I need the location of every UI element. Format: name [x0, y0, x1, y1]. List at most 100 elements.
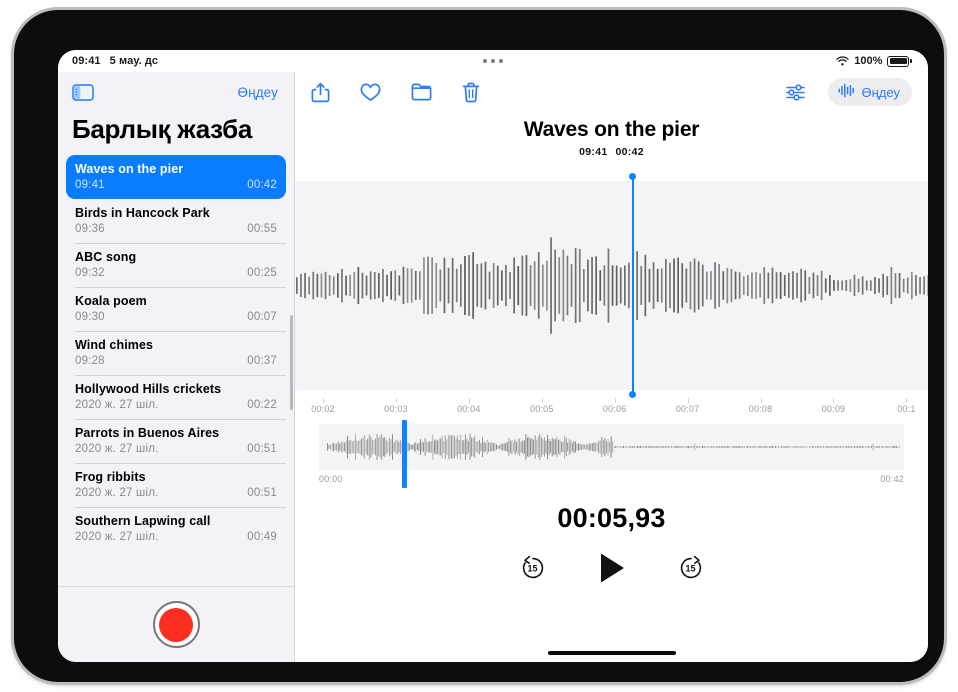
list-item[interactable]: Parrots in Buenos Aires 2020 ж. 27 шіл. 00… [66, 419, 286, 463]
transport-controls: 15 15 [295, 551, 928, 585]
record-bar [58, 586, 294, 662]
toolbar-right: Өңдеу [785, 78, 912, 106]
list-item-duration: 00:25 [247, 267, 277, 279]
edit-recording-button[interactable]: Өңдеу [827, 78, 912, 106]
status-bar-left: 09:41 5 мау. дс [72, 55, 158, 67]
ruler-label: 00:06 [602, 404, 627, 414]
list-item-date: 09:28 [75, 355, 105, 367]
list-item-meta: 2020 ж. 27 шіл. 00:49 [75, 531, 277, 543]
overview-playhead[interactable] [402, 420, 408, 488]
ruler-label: 00:02 [311, 404, 335, 414]
ruler-tick [395, 398, 397, 403]
list-item[interactable]: Wind chimes 09:28 00:37 [66, 331, 286, 375]
overview-end-label: 00:42 [880, 474, 904, 484]
home-indicator [547, 650, 676, 655]
list-item-title: Parrots in Buenos Aires [75, 426, 220, 440]
device-screen: 09:41 5 мау. дс 100% Өңдеу Барлық жазба … [58, 50, 928, 662]
list-item-date: 2020 ж. 27 шіл. [75, 531, 159, 543]
skip-forward-label: 15 [685, 563, 696, 574]
list-item-date: 09:32 [75, 267, 105, 279]
main-pane: Өңдеу Waves on the pier 09:41 00:42 00:0… [295, 72, 928, 662]
list-item[interactable]: Southern Lapwing call 2020 ж. 27 шіл. 00:4… [66, 507, 286, 551]
sidebar-toggle-icon[interactable] [72, 83, 94, 101]
time-ruler: 00:02 00:03 00:04 00:05 00:06 00:07 00:08 00:09… [295, 398, 928, 418]
record-button[interactable] [152, 601, 200, 648]
list-item-duration: 00:22 [247, 399, 277, 411]
list-item-title: Wind chimes [75, 338, 154, 352]
list-item[interactable]: Waves on the pier 09:41 00:42 [66, 155, 286, 199]
folder-icon[interactable] [411, 83, 432, 101]
list-item-title: Waves on the pier [75, 162, 184, 176]
trash-icon[interactable] [462, 82, 480, 103]
wifi-icon [836, 56, 849, 66]
waveform-bars [296, 237, 928, 334]
recording-header: Waves on the pier 09:41 00:42 [295, 112, 928, 158]
share-icon[interactable] [311, 82, 330, 103]
skip-back-15-icon[interactable]: 15 [519, 554, 547, 582]
list-item[interactable]: Birds in Hancock Park 09:36 00:55 [66, 199, 286, 243]
record-icon [159, 607, 193, 642]
device-frame: 09:41 5 мау. дс 100% Өңдеу Барлық жазба … [14, 10, 944, 682]
list-item-meta: 09:32 00:25 [75, 267, 277, 279]
recording-subtitle: 09:41 00:42 [295, 146, 928, 158]
sidebar: Өңдеу Барлық жазба Waves on the pier 09:4… [58, 72, 295, 662]
edit-recording-label: Өңдеу [861, 84, 900, 100]
ruler-tick [687, 398, 689, 403]
list-item[interactable]: Koala poem 09:30 00:07 [66, 287, 286, 331]
multitasking-dots-icon[interactable] [483, 59, 503, 63]
playback-timer: 00:05,93 [557, 503, 666, 533]
list-item-title: Birds in Hancock Park [75, 206, 210, 220]
skip-forward-15-icon[interactable]: 15 [677, 554, 705, 582]
ruler-tick [614, 398, 616, 403]
status-time: 09:41 [72, 55, 101, 67]
playhead[interactable] [629, 173, 637, 398]
list-item-meta: 2020 ж. 27 шіл. 00:51 [75, 487, 277, 499]
sidebar-scrollbar[interactable] [289, 315, 293, 410]
list-item-meta: 09:30 00:07 [75, 311, 277, 323]
status-date: 5 мау. дс [109, 55, 159, 67]
ruler-label: 00:09 [821, 404, 846, 414]
ruler-tick [833, 398, 835, 403]
main-toolbar: Өңдеу [295, 72, 928, 112]
ruler-label: 00:04 [457, 404, 481, 414]
multitasking-control[interactable] [58, 50, 928, 72]
page-title: Барлық жазба [72, 114, 253, 144]
list-item-title: Southern Lapwing call [75, 514, 211, 528]
list-item-title: Hollywood Hills crickets [75, 382, 222, 396]
list-item-meta: 09:28 00:37 [75, 355, 277, 367]
heart-icon[interactable] [360, 83, 381, 102]
ruler-label: 00:1 [897, 404, 916, 414]
ruler-label: 00:08 [748, 404, 773, 414]
status-bar: 09:41 5 мау. дс 100% [58, 50, 928, 72]
recordings-list[interactable]: Waves on the pier 09:41 00:42 Birds in Hanc… [58, 155, 294, 586]
sliders-icon[interactable] [785, 83, 806, 102]
list-item-date: 09:41 [75, 179, 105, 191]
ruler-tick [323, 398, 324, 403]
ruler-tick [760, 398, 762, 403]
list-item-title: Frog ribbits [75, 470, 146, 484]
list-item-date: 2020 ж. 27 шіл. [75, 443, 159, 455]
sidebar-edit-button[interactable]: Өңдеу [238, 85, 278, 100]
list-item-date: 2020 ж. 27 шіл. [75, 487, 159, 499]
list-item-duration: 00:55 [247, 223, 277, 235]
recording-title: Waves on the pier [523, 118, 700, 141]
list-item-title: Koala poem [75, 294, 147, 308]
list-item-title: ABC song [75, 250, 137, 264]
play-icon[interactable] [595, 551, 629, 585]
list-item-duration: 00:07 [247, 311, 277, 323]
ruler-tick [906, 398, 908, 403]
list-item[interactable]: Frog ribbits 2020 ж. 27 шіл. 00:51 [66, 463, 286, 507]
waveform-zoom-view[interactable] [295, 173, 928, 398]
list-item[interactable]: Hollywood Hills crickets 2020 ж. 27 шіл. 0… [66, 375, 286, 419]
list-item-date: 09:36 [75, 223, 105, 235]
toolbar-actions [311, 82, 480, 103]
skip-back-label: 15 [527, 563, 538, 574]
app-body: Өңдеу Барлық жазба Waves on the pier 09:4… [58, 72, 928, 662]
list-item-duration: 00:37 [247, 355, 277, 367]
list-item[interactable]: ABC song 09:32 00:25 [66, 243, 286, 287]
waveform-overview[interactable]: 00:00 00:42 [319, 420, 904, 488]
ruler-label: 00:07 [675, 404, 700, 414]
list-item-duration: 00:42 [247, 179, 277, 191]
list-item-duration: 00:51 [247, 487, 277, 499]
list-item-date: 09:30 [75, 311, 105, 323]
